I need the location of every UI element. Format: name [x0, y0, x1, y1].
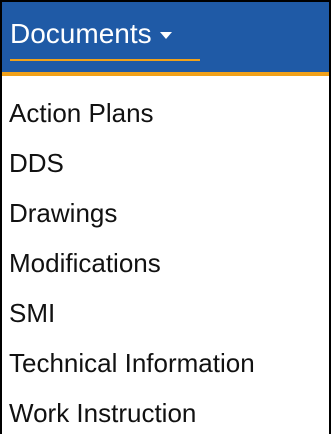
menu-item-label: Technical Information: [9, 348, 255, 378]
menu-item-drawings[interactable]: Drawings: [2, 188, 329, 238]
menu-item-action-plans[interactable]: Action Plans: [2, 88, 329, 138]
menu-item-label: Action Plans: [9, 98, 154, 128]
menu-item-label: DDS: [9, 148, 64, 178]
caret-down-icon: [159, 31, 172, 39]
menu-item-label: Drawings: [9, 198, 118, 228]
menu-item-modifications[interactable]: Modifications: [2, 238, 329, 288]
menu-header[interactable]: Documents: [2, 2, 329, 76]
menu-item-label: Modifications: [9, 248, 161, 278]
menu-item-work-instruction[interactable]: Work Instruction: [2, 388, 329, 434]
menu-title-underline: [10, 59, 200, 61]
documents-menu-list: Action Plans DDS Drawings Modifications …: [2, 76, 329, 434]
menu-item-smi[interactable]: SMI: [2, 288, 329, 338]
menu-item-dds[interactable]: DDS: [2, 138, 329, 188]
menu-item-label: SMI: [9, 298, 56, 328]
documents-dropdown-menu: Documents Action Plans DDS Drawings Modi…: [0, 0, 331, 434]
menu-item-label: Work Instruction: [9, 398, 197, 428]
menu-item-technical-information[interactable]: Technical Information: [2, 338, 329, 388]
menu-title: Documents: [10, 18, 152, 49]
documents-menu-button[interactable]: Documents: [10, 12, 172, 56]
